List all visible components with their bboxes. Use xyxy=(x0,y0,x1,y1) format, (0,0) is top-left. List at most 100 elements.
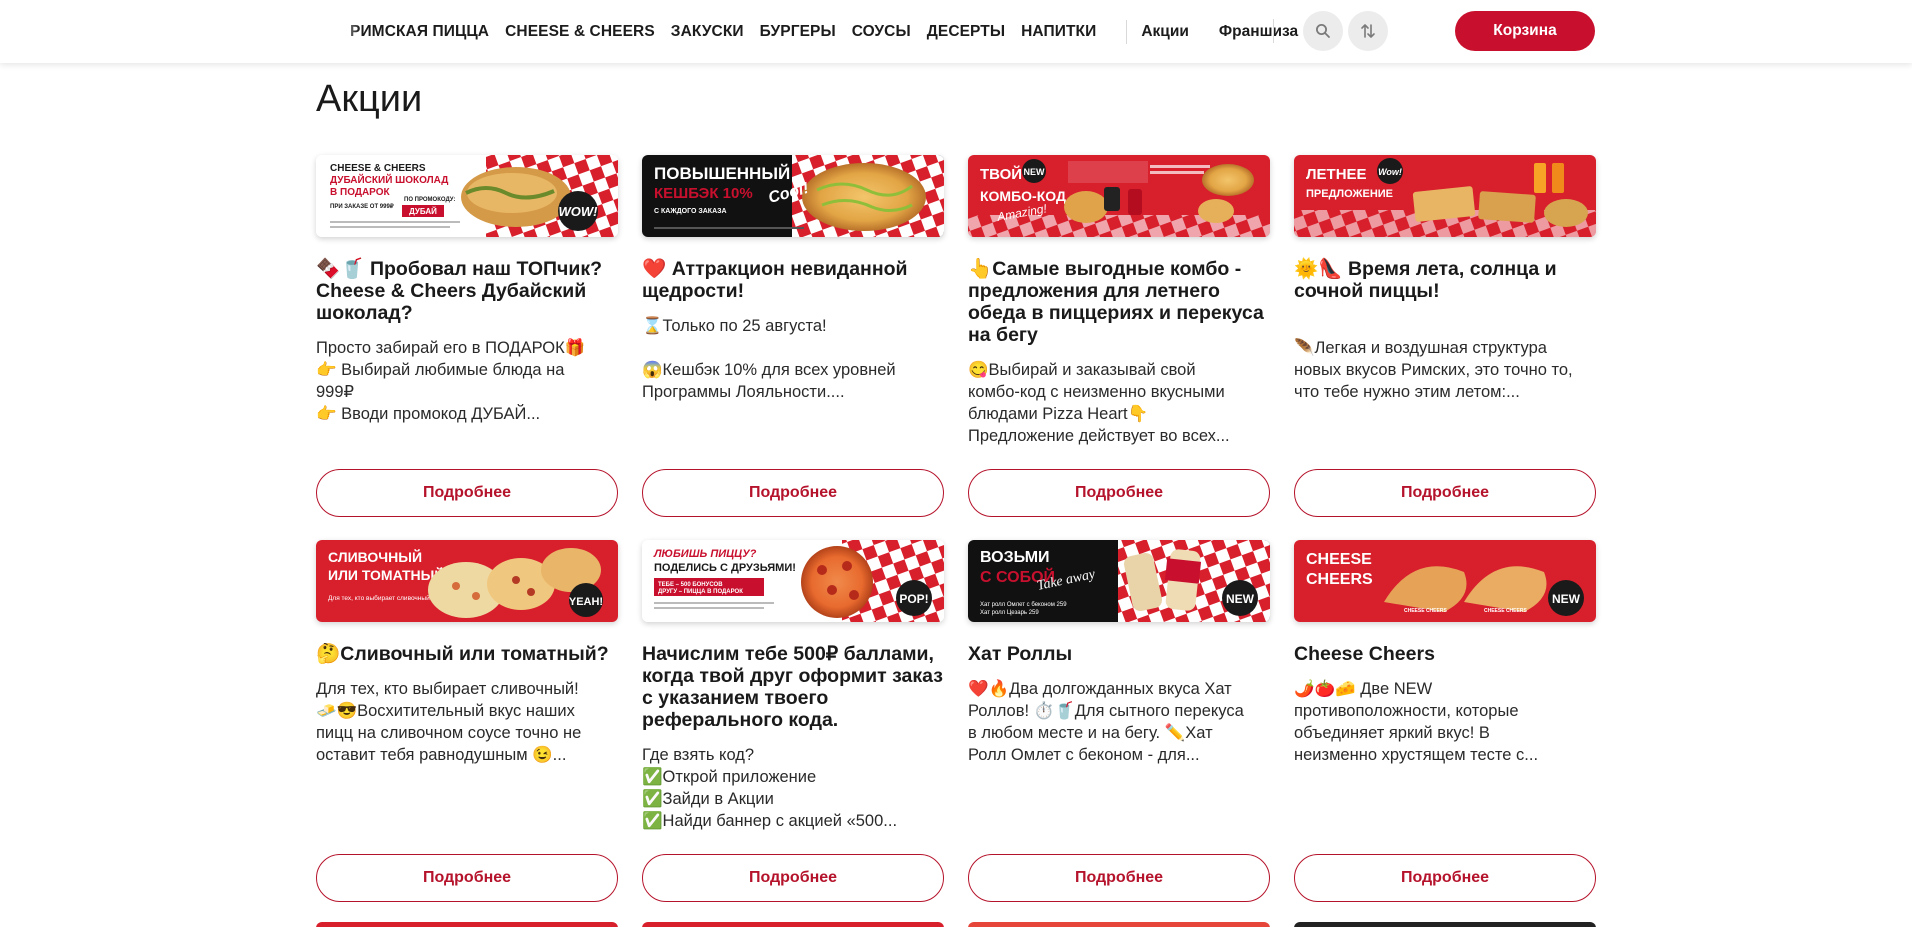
cart-button[interactable]: Корзина xyxy=(1455,11,1595,51)
more-button[interactable]: Подробнее xyxy=(316,469,618,517)
banner-headline-line2: КЕШБЭК 10% xyxy=(654,185,753,202)
banner-badge: Wow! xyxy=(1378,167,1402,177)
promo-title: Cheese Cheers xyxy=(1294,643,1435,665)
banner-sub-line2: ДРУГУ – ПИЦЦА В ПОДАРОК xyxy=(658,589,743,595)
banner-sub-line1: ТЕБЕ – 500 БОНУСОВ xyxy=(658,582,723,588)
promo-desc-line: новых вкусов Римских, это точно то, xyxy=(1294,361,1573,379)
banner-sub: С КАЖДОГО ЗАКАЗА xyxy=(654,208,727,215)
banner-badge: NEW xyxy=(1552,592,1581,606)
more-button[interactable]: Подробнее xyxy=(968,469,1270,517)
nav-item-sauces[interactable]: СОУСЫ xyxy=(852,23,911,41)
promo-desc-line: неизменно хрустящем тесте с... xyxy=(1294,746,1539,764)
promo-description: Просто забирай его в ПОДАРОК🎁 👉 Выбирай … xyxy=(316,337,618,425)
promo-description: Где взять код? ✅Открой приложение ✅Зайди… xyxy=(642,744,944,832)
promo-desc-line: блюдами Pizza Heart👇 xyxy=(968,405,1149,423)
promo-card-cheese-cheers: CHEESE CHEERS CHEESE CHEERS CHEESE CHEER… xyxy=(1294,540,1596,766)
promo-banner[interactable]: CHEESE CHEERS CHEESE CHEERS CHEESE CHEER… xyxy=(1294,540,1596,622)
promo-desc-line: объединяет яркий вкус! В xyxy=(1294,724,1490,742)
promo-desc-spacer xyxy=(642,337,944,359)
promo-banner[interactable]: ЛЮБИШЬ ПИЦЦУ? ПОДЕЛИСЬ С ДРУЗЬЯМИ! ТЕБЕ … xyxy=(642,540,944,622)
banner-badge: NEW xyxy=(1024,167,1046,177)
promo-desc-spacer xyxy=(1294,315,1596,337)
promo-banner[interactable]: CHEESE & CHEERS ДУБАЙСКИЙ ШОКОЛАД В ПОДА… xyxy=(316,155,618,237)
nav-item-roman-pizza[interactable]: РИМСКАЯ ПИЦЦА xyxy=(350,23,489,41)
promo-card-summer: ЛЕТНЕЕ ПРЕДЛОЖЕНИЕ Wow! 🌞👠 Время лета, с… xyxy=(1294,155,1596,403)
promo-desc-line: что тебе нужно этим летом:... xyxy=(1294,383,1520,401)
promo-desc-line: 😋Выбирай и заказывай свой xyxy=(968,361,1196,379)
banner-headline-line1: CHEESE xyxy=(1306,551,1372,568)
sort-icon xyxy=(1361,24,1375,38)
promo-banner[interactable]: СЛИВОЧНЫЙ ИЛИ ТОМАТНЫЙ? Для тех, кто выб… xyxy=(316,540,618,622)
nav-fade-overlay xyxy=(310,14,360,48)
banner-badge: POP! xyxy=(899,592,928,606)
promo-desc-line: ✅Зайди в Акции xyxy=(642,790,774,808)
search-button[interactable] xyxy=(1303,11,1343,51)
promo-card-dubai-chocolate: CHEESE & CHEERS ДУБАЙСКИЙ ШОКОЛАД В ПОДА… xyxy=(316,155,618,425)
promo-description: 🌶️🍅🧀 Две NEW противоположности, которые … xyxy=(1294,678,1596,766)
promo-description: ⌛Только по 25 августа! 😱Кешбэк 10% для в… xyxy=(642,315,944,403)
next-row-banner-peek xyxy=(642,922,944,927)
top-navigation-bar: РИМСКАЯ ПИЦЦА CHEESE & CHEERS ЗАКУСКИ БУ… xyxy=(0,0,1912,63)
nav-item-burgers[interactable]: БУРГЕРЫ xyxy=(760,23,836,41)
promo-desc-line: комбо-код с неизменно вкусными xyxy=(968,383,1225,401)
banner-headline-line1: ВОЗЬМИ xyxy=(980,549,1050,566)
banner-headline-line1: ЛЕТНЕЕ xyxy=(1306,166,1367,183)
banner-headline-line2: ДУБАЙСКИЙ ШОКОЛАД xyxy=(330,173,448,186)
next-row-banner-peek xyxy=(968,922,1270,927)
promo-desc-line: 👉 Выбирай любимые блюда на xyxy=(316,361,565,379)
sort-button[interactable] xyxy=(1348,11,1388,51)
promo-title: ❤️ Аттракцион невиданной щедрости! xyxy=(642,258,908,302)
more-button[interactable]: Подробнее xyxy=(1294,469,1596,517)
more-button[interactable]: Подробнее xyxy=(1294,854,1596,902)
banner-sub: ПРИ ЗАКАЗЕ ОТ 999₽ xyxy=(330,203,394,210)
banner-badge: NEW xyxy=(1226,592,1255,606)
banner-promo-label: ПО ПРОМОКОДУ: xyxy=(404,197,455,203)
promo-desc-line: 🪶Легкая и воздушная структура xyxy=(1294,339,1547,357)
promo-banner[interactable]: ЛЕТНЕЕ ПРЕДЛОЖЕНИЕ Wow! xyxy=(1294,155,1596,237)
promo-description: ❤️🔥Два долгожданных вкуса Хат Роллов! ⏱️… xyxy=(968,678,1270,766)
promo-desc-line: ✅Открой приложение xyxy=(642,768,817,786)
promo-desc-line: Для тех, кто выбирает сливочный! xyxy=(316,680,579,698)
banner-headline-line1: ПОВЫШЕННЫЙ xyxy=(654,164,790,183)
nav-link-franchise[interactable]: Франшиза xyxy=(1219,23,1298,41)
promo-desc-line: 😱Кешбэк 10% для всех уровней xyxy=(642,361,896,379)
promo-desc-line: Ролл Омлет с беконом - для... xyxy=(968,746,1200,764)
promo-desc-line: противоположности, которые xyxy=(1294,702,1519,720)
promo-banner[interactable]: ТВОЙ NEW КОМБО-КОД Amazing! xyxy=(968,155,1270,237)
nav-item-desserts[interactable]: ДЕСЕРТЫ xyxy=(927,23,1005,41)
banner-headline-line1: ТВОЙ xyxy=(980,165,1022,183)
promo-desc-line: 👉 Вводи промокод ДУБАЙ... xyxy=(316,405,541,423)
more-button[interactable]: Подробнее xyxy=(642,854,944,902)
banner-headline-line2: КОМБО-КОД xyxy=(980,188,1066,204)
promo-title: 👆Самые выгодные комбо - предложения для … xyxy=(968,258,1264,346)
promo-description: 😋Выбирай и заказывай свой комбо-код с не… xyxy=(968,359,1270,447)
promo-desc-line: оставит тебя равнодушным 😉... xyxy=(316,746,567,764)
promo-card-cashback: ПОВЫШЕННЫЙ КЕШБЭК 10% С КАЖДОГО ЗАКАЗА C… xyxy=(642,155,944,403)
nav-item-drinks[interactable]: НАПИТКИ xyxy=(1021,23,1096,41)
promo-desc-line: ❤️🔥Два долгожданных вкуса Хат xyxy=(968,680,1232,698)
promo-title: 🍫🥤 Пробовал наш ТОПчик? Cheese & Cheers … xyxy=(316,258,603,324)
nav-divider-right xyxy=(1273,19,1274,43)
promo-card-combo-code: ТВОЙ NEW КОМБО-КОД Amazing! 👆Самые выгод… xyxy=(968,155,1270,447)
banner-headline-line1: ЛЮБИШЬ ПИЦЦУ? xyxy=(653,548,757,560)
banner-headline-line2: ПОДЕЛИСЬ С ДРУЗЬЯМИ! xyxy=(654,562,796,574)
banner-sub-line1: CHEESE CHEERS xyxy=(1404,608,1447,614)
promo-desc-line: Роллов! ⏱️🥤Для сытного перекуса xyxy=(968,702,1244,720)
promo-banner[interactable]: ВОЗЬМИ С СОБОЙ Take away Хат ролл Омлет … xyxy=(968,540,1270,622)
promo-desc-line: 🌶️🍅🧀 Две NEW xyxy=(1294,680,1433,698)
banner-sub: Для тех, кто выбирает сливочный! xyxy=(328,594,432,602)
nav-link-promotions[interactable]: Акции xyxy=(1141,23,1189,41)
more-button[interactable]: Подробнее xyxy=(642,469,944,517)
more-button[interactable]: Подробнее xyxy=(316,854,618,902)
banner-sub-line1: Хат ролл Омлет с беконом 259 xyxy=(980,602,1067,608)
banner-badge: WOW! xyxy=(559,204,599,219)
promo-desc-line: Где взять код? xyxy=(642,746,755,764)
banner-headline-line3: В ПОДАРОК xyxy=(330,187,390,198)
nav-item-snacks[interactable]: ЗАКУСКИ xyxy=(671,23,744,41)
promo-banner[interactable]: ПОВЫШЕННЫЙ КЕШБЭК 10% С КАЖДОГО ЗАКАЗА C… xyxy=(642,155,944,237)
promo-desc-line: ✅Найди баннер с акцией «500... xyxy=(642,812,898,830)
nav-item-cheese-cheers[interactable]: CHEESE & CHEERS xyxy=(505,23,655,41)
more-button[interactable]: Подробнее xyxy=(968,854,1270,902)
promo-desc-line: Предложение действует во всех... xyxy=(968,427,1230,445)
promo-card-referral: ЛЮБИШЬ ПИЦЦУ? ПОДЕЛИСЬ С ДРУЗЬЯМИ! ТЕБЕ … xyxy=(642,540,944,832)
